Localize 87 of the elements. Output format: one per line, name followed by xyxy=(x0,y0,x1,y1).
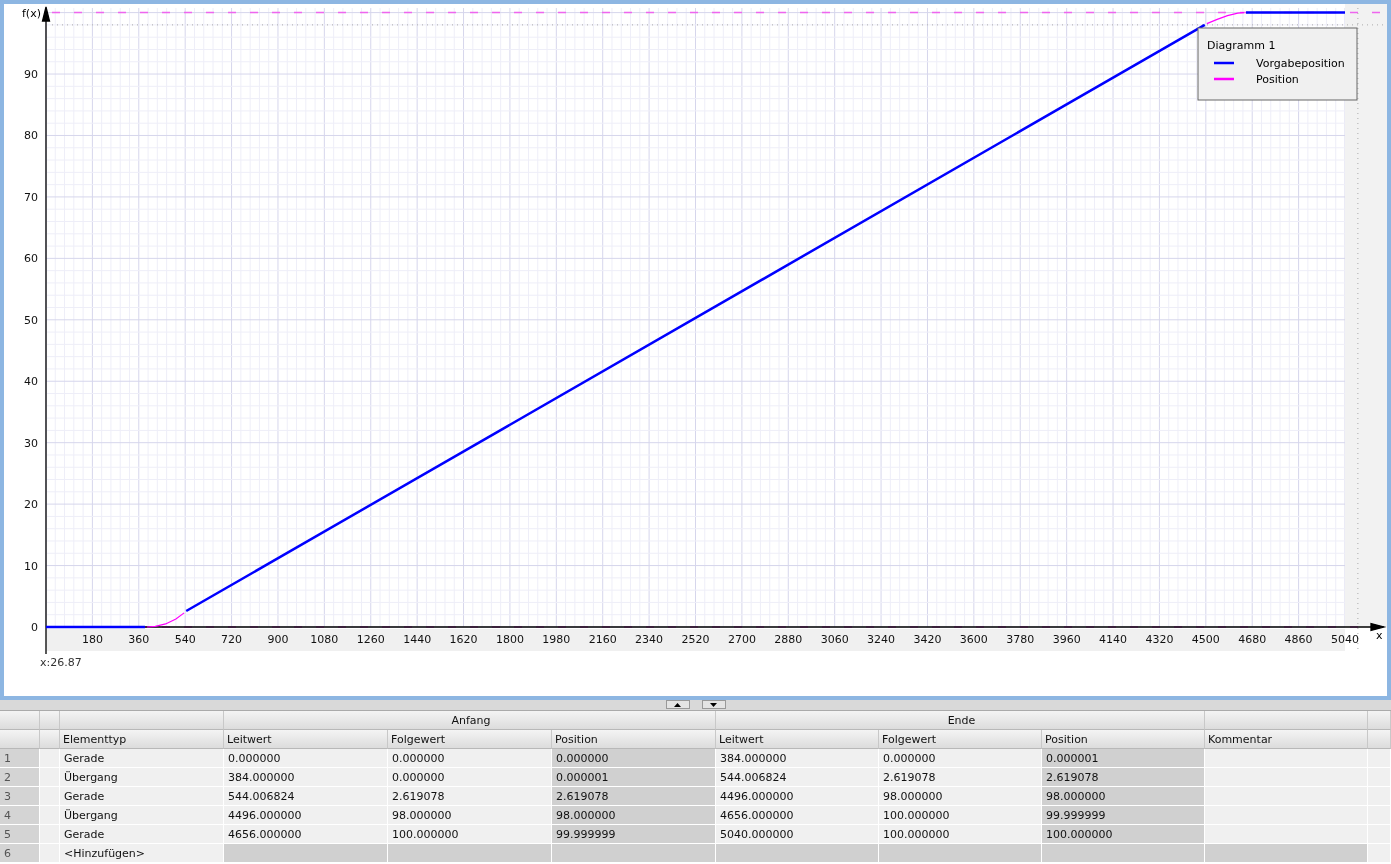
table-cell: Gerade xyxy=(60,787,224,806)
x-tick-label: 1080 xyxy=(310,633,339,646)
row-number: 3 xyxy=(0,787,40,806)
row-number: 6 xyxy=(0,844,40,863)
table-cell: 544.006824 xyxy=(716,768,879,787)
table-cell: Gerade xyxy=(60,749,224,768)
column-group-header: Anfang xyxy=(224,711,716,730)
x-tick-label: 2160 xyxy=(588,633,617,646)
cursor-readout: x:26.87 xyxy=(39,655,83,669)
table-cell: 100.000000 xyxy=(879,825,1042,844)
legend-label: Position xyxy=(1256,73,1299,86)
table-cell: 0.000001 xyxy=(1042,749,1205,768)
y-tick-label: 30 xyxy=(24,436,38,450)
chart-title: Diagramm 1 xyxy=(1207,39,1276,52)
x-tick-label: 4500 xyxy=(1191,633,1220,646)
x-tick-label: 1980 xyxy=(542,633,571,646)
x-tick-label: 4860 xyxy=(1284,633,1313,646)
table-cell: 2.619078 xyxy=(388,787,552,806)
x-tick-label: 360 xyxy=(128,633,150,646)
table-cell: 98.000000 xyxy=(388,806,552,825)
y-tick-label: 90 xyxy=(24,68,38,82)
x-tick-label: 1260 xyxy=(356,633,385,646)
x-tick-label: 2340 xyxy=(635,633,664,646)
x-tick-label: 4140 xyxy=(1099,633,1128,646)
x-tick-label: 3960 xyxy=(1052,633,1081,646)
y-tick-label: 50 xyxy=(24,313,38,327)
x-tick-label: 1800 xyxy=(495,633,524,646)
table-cell: Gerade xyxy=(60,825,224,844)
table-cell: 0.000000 xyxy=(879,749,1042,768)
x-tick-label: 4320 xyxy=(1145,633,1174,646)
x-tick-label: 2880 xyxy=(774,633,803,646)
table-cell: 0.000000 xyxy=(388,749,552,768)
table-cell: 98.000000 xyxy=(1042,787,1205,806)
table-cell: 544.006824 xyxy=(224,787,388,806)
row-number: 1 xyxy=(0,749,40,768)
table-cell: 100.000000 xyxy=(1042,825,1205,844)
x-tick-label: 3600 xyxy=(959,633,988,646)
y-tick-label: 40 xyxy=(24,375,38,389)
x-tick-label: 3420 xyxy=(913,633,942,646)
row-number: 4 xyxy=(0,806,40,825)
y-tick-label: 20 xyxy=(24,498,38,512)
y-tick-label: 60 xyxy=(24,252,38,266)
x-tick-label: 720 xyxy=(221,633,243,646)
x-tick-label: 3240 xyxy=(867,633,896,646)
x-tick-label: 3060 xyxy=(820,633,849,646)
table-cell: 384.000000 xyxy=(716,749,879,768)
table-cell: 4656.000000 xyxy=(716,806,879,825)
x-tick-label: 540 xyxy=(174,633,196,646)
table-cell: 4656.000000 xyxy=(224,825,388,844)
table-cell: 0.000000 xyxy=(388,768,552,787)
table-cell: 5040.000000 xyxy=(716,825,879,844)
table-cell: Übergang xyxy=(60,768,224,787)
table-cell: 0.000000 xyxy=(224,749,388,768)
x-tick-label: 1620 xyxy=(449,633,478,646)
legend-label: Vorgabeposition xyxy=(1256,57,1345,70)
table-cell: 4496.000000 xyxy=(224,806,388,825)
table-cell: 2.619078 xyxy=(1042,768,1205,787)
table-cell: 100.000000 xyxy=(879,806,1042,825)
table-cell: 2.619078 xyxy=(552,787,716,806)
table-cell: 0.000000 xyxy=(552,749,716,768)
y-tick-label: 10 xyxy=(24,559,38,573)
table-cell: 2.619078 xyxy=(879,768,1042,787)
table-cell: 98.000000 xyxy=(879,787,1042,806)
row-number: 5 xyxy=(0,825,40,844)
table-cell: 384.000000 xyxy=(224,768,388,787)
y-tick-label: 0 xyxy=(31,621,38,634)
x-tick-label: 4680 xyxy=(1238,633,1267,646)
table-cell: 4496.000000 xyxy=(716,787,879,806)
x-tick-label: 3780 xyxy=(1006,633,1035,646)
x-tick-label: 5040 xyxy=(1331,633,1359,646)
table-cell: 98.000000 xyxy=(552,806,716,825)
row-number: 2 xyxy=(0,768,40,787)
table-cell: Übergang xyxy=(60,806,224,825)
column-group-header: Ende xyxy=(716,711,1205,730)
y-axis-label: f(x) xyxy=(22,7,41,20)
x-tick-label: 2700 xyxy=(727,633,756,646)
y-tick-label: 80 xyxy=(24,129,38,143)
y-tick-label: 70 xyxy=(24,190,38,204)
x-axis-label: x xyxy=(1376,629,1383,642)
table-cell: 0.000001 xyxy=(552,768,716,787)
table-cell: 99.999999 xyxy=(552,825,716,844)
x-tick-label: 2520 xyxy=(681,633,710,646)
x-tick-label: 900 xyxy=(267,633,289,646)
x-tick-label: 180 xyxy=(81,633,103,646)
x-tick-label: 1440 xyxy=(403,633,432,646)
table-cell: 99.999999 xyxy=(1042,806,1205,825)
table-cell: 100.000000 xyxy=(388,825,552,844)
